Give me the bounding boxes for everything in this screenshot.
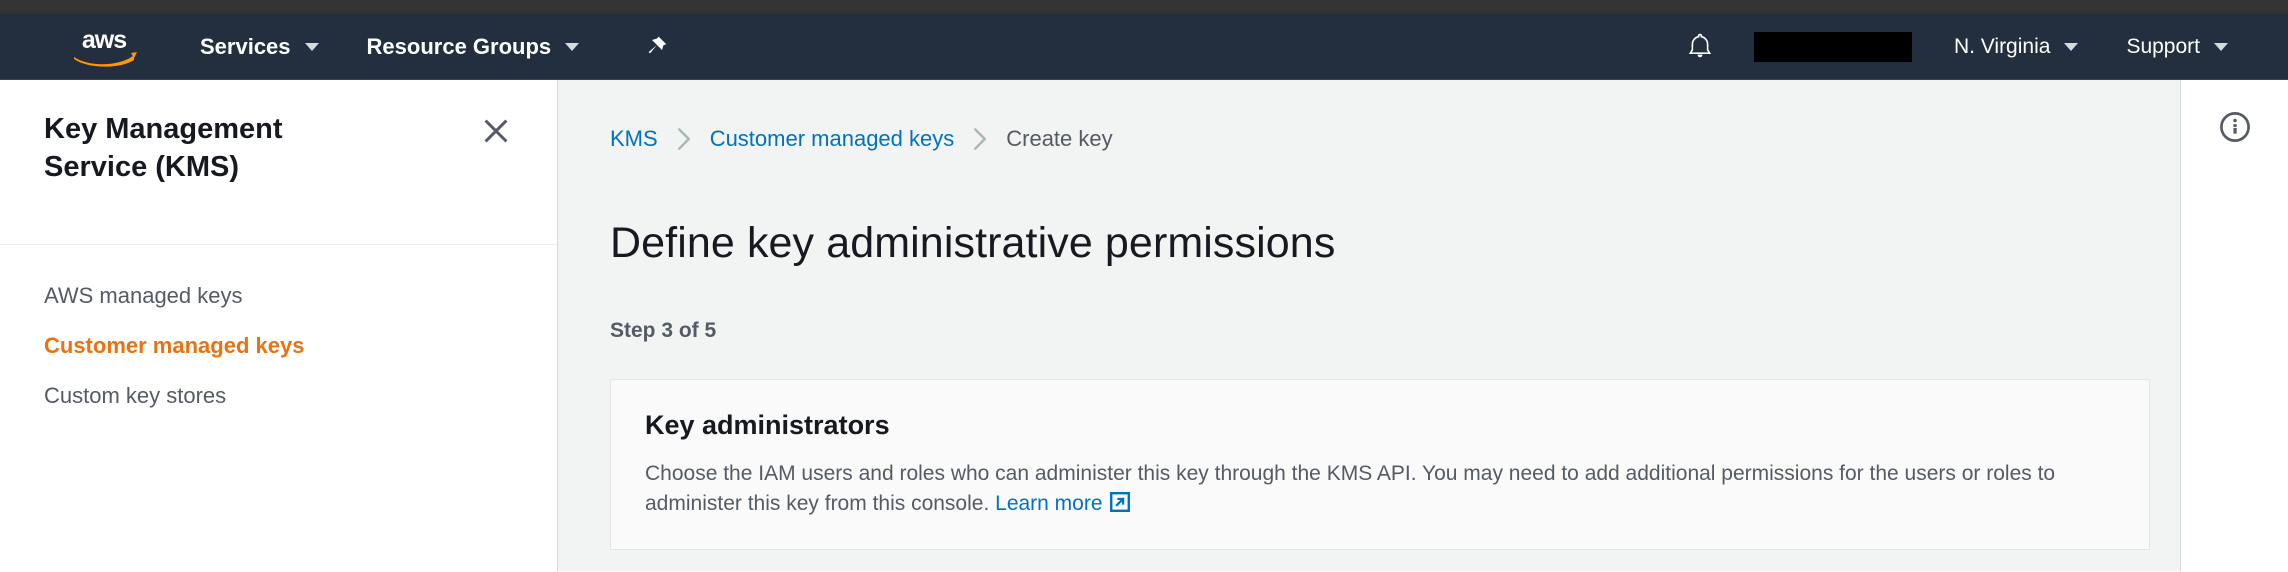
breadcrumb-item-kms[interactable]: KMS xyxy=(610,126,658,152)
account-name-redacted[interactable] xyxy=(1753,31,1912,62)
breadcrumb-item-create-key: Create key xyxy=(1006,126,1113,151)
info-panel-toggle-button[interactable] xyxy=(2218,110,2252,571)
breadcrumb: KMS Customer managed keys Create key xyxy=(558,80,2180,152)
browser-top-strip xyxy=(0,0,2288,14)
pin-shortcut-button[interactable] xyxy=(627,14,685,80)
main-content: KMS Customer managed keys Create key Def… xyxy=(558,80,2180,571)
notifications-bell-icon xyxy=(1688,33,1712,57)
nav-right-group: N. Virginia Support xyxy=(1664,14,2288,80)
sidebar-item-custom-key-stores[interactable]: Custom key stores xyxy=(0,371,557,421)
aws-logo-icon: aws xyxy=(74,26,137,67)
key-administrators-card: Key administrators Choose the IAM users … xyxy=(610,378,2150,551)
card-description-text: Choose the IAM users and roles who can a… xyxy=(645,461,2056,516)
sidebar-close-button[interactable] xyxy=(475,110,517,152)
sidebar-service-title: Key Management Service (KMS) xyxy=(44,113,283,184)
breadcrumb-item-customer-managed-keys[interactable]: Customer managed keys xyxy=(710,126,955,152)
breadcrumb-separator-icon xyxy=(972,127,988,151)
nav-item-services-label: Services xyxy=(200,33,291,59)
nav-item-support-label: Support xyxy=(2126,34,2200,58)
nav-item-resource-groups[interactable]: Resource Groups xyxy=(343,14,604,80)
app-body: Key Management Service (KMS) AWS managed… xyxy=(0,80,2288,571)
chevron-down-icon xyxy=(304,42,319,51)
learn-more-link[interactable]: Learn more xyxy=(995,492,1102,515)
page-title: Define key administrative permissions xyxy=(610,218,1336,267)
card-description: Choose the IAM users and roles who can a… xyxy=(645,459,2100,520)
chevron-down-icon xyxy=(565,42,580,51)
nav-item-resource-groups-label: Resource Groups xyxy=(366,33,552,59)
breadcrumb-separator-icon xyxy=(676,127,692,151)
wizard-step-label: Step 3 of 5 xyxy=(610,318,717,342)
svg-text:aws: aws xyxy=(82,26,126,54)
sidebar-header: Key Management Service (KMS) xyxy=(0,80,557,244)
sidebar-item-aws-managed-keys[interactable]: AWS managed keys xyxy=(0,271,557,321)
nav-item-services[interactable]: Services xyxy=(176,14,343,80)
chevron-down-icon xyxy=(2064,42,2079,51)
card-title: Key administrators xyxy=(645,409,890,440)
chevron-down-icon xyxy=(2214,42,2228,51)
nav-item-region-label: N. Virginia xyxy=(1953,34,2051,58)
aws-global-navigation: aws Services Resource Groups N. Virginia xyxy=(0,14,2288,80)
info-panel-rail xyxy=(2180,80,2288,571)
close-icon xyxy=(484,119,508,143)
external-link-icon xyxy=(1109,491,1131,513)
info-circle-icon xyxy=(2219,112,2250,142)
notifications-button[interactable] xyxy=(1664,14,1736,80)
nav-item-support[interactable]: Support xyxy=(2102,14,2252,80)
aws-logo[interactable]: aws xyxy=(68,24,140,70)
service-sidebar: Key Management Service (KMS) AWS managed… xyxy=(0,80,558,571)
sidebar-nav: AWS managed keys Customer managed keys C… xyxy=(0,245,557,421)
pushpin-icon xyxy=(648,36,667,53)
sidebar-item-customer-managed-keys[interactable]: Customer managed keys xyxy=(0,321,557,371)
nav-item-region[interactable]: N. Virginia xyxy=(1930,14,2103,80)
